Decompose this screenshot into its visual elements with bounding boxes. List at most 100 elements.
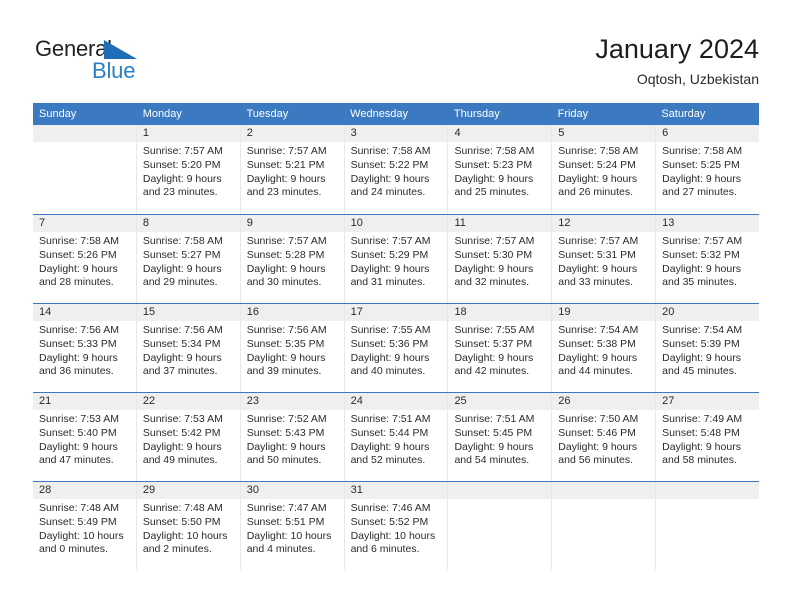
calendar-grid: Sunday Monday Tuesday Wednesday Thursday Frid… (33, 103, 760, 570)
daylight-text-line2: and 40 minutes. (350, 365, 426, 378)
sunset-text: Sunset: 5:22 PM (350, 158, 429, 171)
calendar-day-cell[interactable]: 7 Sunrise: 7:58 AM Sunset: 5:26 PM Daylight… (33, 215, 136, 303)
page-title: January 2024 (595, 34, 759, 64)
calendar-day-cell[interactable]: 8 Sunrise: 7:58 AM Sunset: 5:27 PM Daylight… (135, 215, 240, 303)
day-details: Sunrise: 7:57 AM Sunset: 5:29 PM Daylight:… (345, 232, 448, 290)
sunset-text: Sunset: 5:32 PM (662, 248, 740, 261)
daylight-text-line2: and 49 minutes. (142, 454, 218, 467)
brand-triangle-icon (104, 40, 137, 59)
daylight-text-line2: and 6 minutes. (350, 543, 420, 556)
daylight-text-line1: Daylight: 9 hours (662, 440, 741, 453)
daylight-text-line1: Daylight: 9 hours (142, 351, 222, 364)
sunrise-text: Sunrise: 7:48 AM (142, 502, 223, 514)
calendar-day-cell[interactable]: 17 Sunrise: 7:55 AM Sunset: 5:36 PM Dayligh… (343, 304, 448, 392)
daylight-text-line1: Daylight: 9 hours (246, 351, 326, 364)
calendar-day-cell[interactable]: 25 Sunrise: 7:51 AM Sunset: 5:45 PM Dayligh… (447, 393, 552, 481)
calendar-day-cell[interactable]: 3 Sunrise: 7:58 AM Sunset: 5:22 PM Daylight… (343, 125, 448, 214)
calendar-day-cell[interactable]: 29 Sunrise: 7:48 AM Sunset: 5:50 PM Dayligh… (135, 482, 240, 570)
daylight-text-line2: and 23 minutes. (246, 186, 322, 199)
day-number: 16 (240, 304, 344, 321)
sunrise-text: Sunrise: 7:58 AM (662, 145, 743, 157)
calendar-day-cell[interactable]: 10 Sunrise: 7:57 AM Sunset: 5:29 PM Dayligh… (343, 215, 448, 303)
day-number: 15 (136, 304, 240, 321)
calendar-day-cell-empty (447, 482, 552, 570)
calendar-day-cell[interactable]: 26 Sunrise: 7:50 AM Sunset: 5:46 PM Dayligh… (551, 393, 656, 481)
calendar-day-cell[interactable]: 11 Sunrise: 7:57 AM Sunset: 5:30 PM Dayligh… (447, 215, 552, 303)
calendar-day-cell[interactable]: 5 Sunrise: 7:58 AM Sunset: 5:24 PM Daylight… (551, 125, 656, 214)
weekday-header-friday: Friday (557, 108, 589, 120)
daylight-text-line2: and 47 minutes. (39, 454, 114, 467)
calendar-day-cell-empty (551, 482, 656, 570)
calendar-day-cell[interactable]: 6 Sunrise: 7:58 AM Sunset: 5:25 PM Daylight… (655, 125, 760, 214)
calendar-day-cell[interactable]: 28 Sunrise: 7:48 AM Sunset: 5:49 PM Dayligh… (33, 482, 136, 570)
calendar-page: General Blue January 2024 Oqtosh, Uzbeki… (0, 0, 792, 612)
calendar-day-cell[interactable]: 16 Sunrise: 7:56 AM Sunset: 5:35 PM Dayligh… (239, 304, 344, 392)
sunrise-text: Sunrise: 7:54 AM (558, 324, 639, 336)
day-details: Sunrise: 7:57 AM Sunset: 5:21 PM Daylight:… (241, 142, 344, 200)
calendar-day-cell[interactable]: 20 Sunrise: 7:54 AM Sunset: 5:39 PM Dayligh… (655, 304, 760, 392)
calendar-day-cell[interactable]: 18 Sunrise: 7:55 AM Sunset: 5:37 PM Dayligh… (447, 304, 552, 392)
calendar-day-cell[interactable]: 12 Sunrise: 7:57 AM Sunset: 5:31 PM Dayligh… (551, 215, 656, 303)
daylight-text-line2: and 44 minutes. (558, 365, 634, 378)
calendar-day-cell[interactable]: 19 Sunrise: 7:54 AM Sunset: 5:38 PM Dayligh… (551, 304, 656, 392)
sunrise-text: Sunrise: 7:58 AM (350, 145, 431, 157)
day-number: 23 (240, 393, 344, 410)
calendar-day-cell[interactable]: 15 Sunrise: 7:56 AM Sunset: 5:34 PM Dayligh… (135, 304, 240, 392)
day-details: Sunrise: 7:57 AM Sunset: 5:28 PM Daylight:… (241, 232, 344, 290)
sunrise-text: Sunrise: 7:51 AM (454, 413, 535, 425)
calendar-day-cell[interactable]: 2 Sunrise: 7:57 AM Sunset: 5:21 PM Daylight… (239, 125, 344, 214)
daylight-text-line2: and 31 minutes. (350, 276, 426, 289)
day-details: Sunrise: 7:54 AM Sunset: 5:39 PM Daylight:… (656, 321, 759, 379)
weekday-header-sunday: Sunday (39, 108, 77, 120)
daylight-text-line1: Daylight: 9 hours (350, 351, 430, 364)
day-details: Sunrise: 7:57 AM Sunset: 5:30 PM Daylight:… (448, 232, 551, 290)
day-details: Sunrise: 7:58 AM Sunset: 5:25 PM Daylight:… (656, 142, 759, 200)
sunset-text: Sunset: 5:46 PM (558, 426, 636, 439)
day-number: 24 (344, 393, 448, 410)
daylight-text-line1: Daylight: 9 hours (350, 172, 430, 185)
day-number: 19 (552, 304, 656, 321)
calendar-week-row: 14 Sunrise: 7:56 AM Sunset: 5:33 PM Dayligh… (33, 303, 760, 392)
calendar-day-cell[interactable]: 31 Sunrise: 7:46 AM Sunset: 5:52 PM Dayligh… (343, 482, 448, 570)
brand-logo[interactable]: General Blue (35, 37, 255, 87)
page-header: General Blue January 2024 Oqtosh, Uzbeki… (0, 0, 792, 103)
daylight-text-line1: Daylight: 9 hours (142, 172, 222, 185)
day-number (552, 482, 656, 499)
daylight-text-line2: and 30 minutes. (246, 276, 322, 289)
calendar-day-cell[interactable]: 14 Sunrise: 7:56 AM Sunset: 5:33 PM Dayligh… (33, 304, 136, 392)
day-number: 26 (552, 393, 656, 410)
calendar-day-cell[interactable]: 13 Sunrise: 7:57 AM Sunset: 5:32 PM Dayligh… (655, 215, 760, 303)
sunset-text: Sunset: 5:25 PM (662, 158, 740, 171)
daylight-text-line1: Daylight: 9 hours (454, 262, 534, 275)
day-details: Sunrise: 7:56 AM Sunset: 5:33 PM Daylight:… (33, 321, 136, 379)
sunrise-text: Sunrise: 7:56 AM (39, 324, 119, 336)
daylight-text-line1: Daylight: 9 hours (39, 440, 118, 453)
daylight-text-line2: and 29 minutes. (142, 276, 218, 289)
daylight-text-line2: and 42 minutes. (454, 365, 530, 378)
calendar-day-cell[interactable]: 24 Sunrise: 7:51 AM Sunset: 5:44 PM Dayligh… (343, 393, 448, 481)
sunrise-text: Sunrise: 7:57 AM (454, 235, 535, 247)
sunrise-text: Sunrise: 7:56 AM (142, 324, 223, 336)
weekday-header-tuesday: Tuesday (246, 108, 289, 120)
sunrise-text: Sunrise: 7:55 AM (350, 324, 431, 336)
daylight-text-line1: Daylight: 9 hours (350, 262, 430, 275)
sunset-text: Sunset: 5:28 PM (246, 248, 325, 261)
daylight-text-line1: Daylight: 10 hours (142, 529, 228, 542)
sunset-text: Sunset: 5:37 PM (454, 337, 533, 350)
calendar-day-cell[interactable]: 27 Sunrise: 7:49 AM Sunset: 5:48 PM Dayligh… (655, 393, 760, 481)
daylight-text-line2: and 50 minutes. (246, 454, 322, 467)
day-details: Sunrise: 7:51 AM Sunset: 5:44 PM Daylight:… (345, 410, 448, 468)
calendar-week-row: 21 Sunrise: 7:53 AM Sunset: 5:40 PM Dayligh… (33, 392, 760, 481)
page-subtitle: Oqtosh, Uzbekistan (636, 71, 759, 87)
calendar-day-cell[interactable]: 30 Sunrise: 7:47 AM Sunset: 5:51 PM Dayligh… (239, 482, 344, 570)
calendar-day-cell[interactable]: 4 Sunrise: 7:58 AM Sunset: 5:23 PM Daylight… (447, 125, 552, 214)
weekday-header-row: Sunday Monday Tuesday Wednesday Thursday Frid… (33, 103, 759, 125)
calendar-day-cell[interactable]: 23 Sunrise: 7:52 AM Sunset: 5:43 PM Dayligh… (239, 393, 344, 481)
calendar-day-cell[interactable]: 9 Sunrise: 7:57 AM Sunset: 5:28 PM Daylight… (239, 215, 344, 303)
weekday-header-saturday: Saturday (661, 108, 706, 120)
day-number: 4 (448, 125, 552, 142)
calendar-day-cell[interactable]: 21 Sunrise: 7:53 AM Sunset: 5:40 PM Dayligh… (33, 393, 136, 481)
day-details: Sunrise: 7:57 AM Sunset: 5:20 PM Daylight:… (137, 142, 240, 200)
calendar-day-cell[interactable]: 1 Sunrise: 7:57 AM Sunset: 5:20 PM Daylight… (135, 125, 240, 214)
calendar-day-cell[interactable]: 22 Sunrise: 7:53 AM Sunset: 5:42 PM Dayligh… (135, 393, 240, 481)
